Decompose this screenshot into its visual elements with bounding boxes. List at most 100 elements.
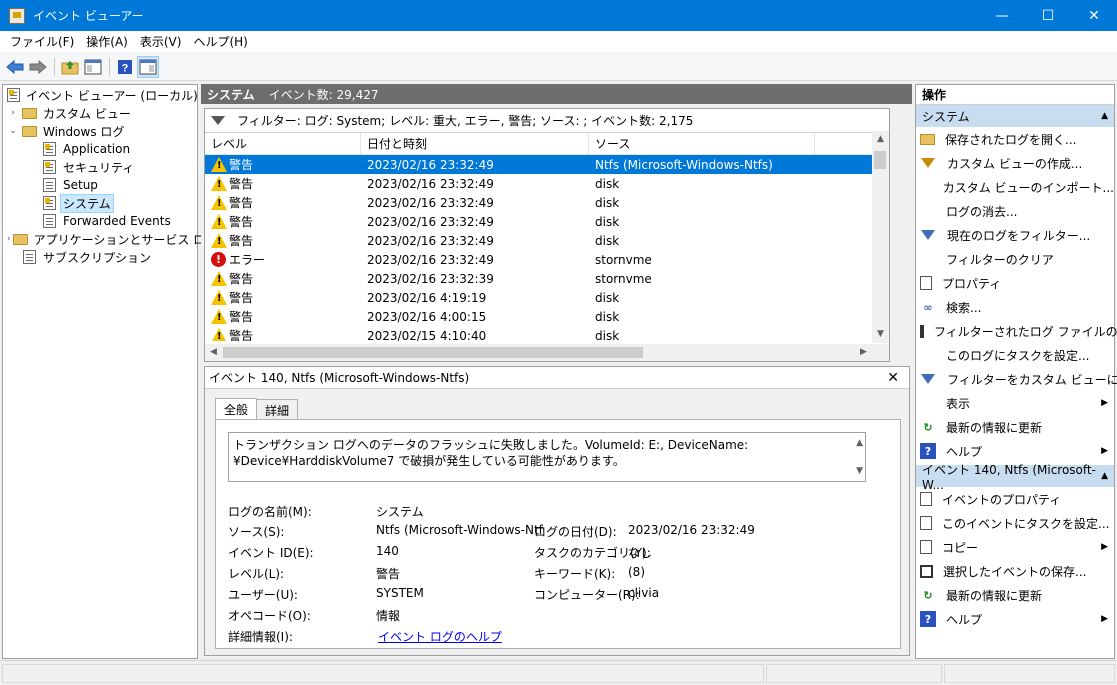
action-label: ヘルプ	[946, 444, 983, 459]
status-segment	[2, 664, 764, 683]
horizontal-scrollbar[interactable]: ◀ ▶	[205, 344, 889, 361]
column-header-datetime[interactable]: 日付と時刻	[361, 133, 589, 154]
tree-item-event-viewer-local[interactable]: イベント ビューアー (ローカル)	[3, 86, 198, 104]
tree-item-forwarded-events[interactable]: Forwarded Events	[3, 212, 197, 230]
action-item[interactable]: ∞ 検索...	[916, 295, 1114, 319]
back-button[interactable]	[4, 56, 26, 78]
forward-button[interactable]	[27, 56, 49, 78]
table-row[interactable]: ! エラー 2023/02/16 23:32:49 stornvme	[205, 250, 889, 269]
cell-level: 警告	[205, 213, 361, 230]
tree-item-windows-logs[interactable]: ⌄ Windows ログ	[3, 122, 197, 140]
scroll-thumb[interactable]	[874, 151, 886, 169]
action-item[interactable]: 保存されたログを開く...	[916, 127, 1114, 151]
tree-item-security[interactable]: セキュリティ	[3, 158, 197, 176]
event-detail-title: イベント 140, Ntfs (Microsoft-Windows-Ntfs)	[209, 371, 470, 385]
tree-item-system[interactable]: システム	[3, 193, 197, 213]
save-icon	[920, 324, 924, 338]
action-label: カスタム ビューの作成...	[947, 156, 1083, 171]
table-row[interactable]: 警告 2023/02/16 23:32:49 disk	[205, 174, 889, 193]
field-value-user: SYSTEM	[376, 586, 424, 600]
column-header-source[interactable]: ソース	[589, 133, 815, 154]
scroll-thumb[interactable]	[223, 347, 643, 358]
tree-item-application[interactable]: Application	[3, 140, 197, 158]
maximize-button[interactable]: ☐	[1025, 0, 1071, 31]
menu-file[interactable]: ファイル(F)	[4, 33, 80, 50]
expand-icon[interactable]: ›	[7, 234, 11, 244]
action-item[interactable]: このログにタスクを設定...	[916, 343, 1114, 367]
table-row[interactable]: 警告 2023/02/16 23:32:49 disk	[205, 212, 889, 231]
field-value-log-name: システム	[376, 505, 424, 519]
actions-section-event[interactable]: イベント 140, Ntfs (Microsoft-W... ▲	[916, 463, 1114, 492]
level-text: 警告	[229, 196, 254, 210]
event-log-help-link[interactable]: イベント ログのヘルプ	[378, 628, 502, 645]
event-rows: 警告 2023/02/16 23:32:49 Ntfs (Microsoft-Win…	[205, 155, 889, 341]
tree-item-subscriptions[interactable]: サブスクリプション	[3, 248, 197, 266]
action-label: 現在のログをフィルター...	[947, 228, 1091, 243]
table-row[interactable]: 警告 2023/02/16 4:19:19 disk	[205, 288, 889, 307]
tree-item-app-services-logs[interactable]: › アプリケーションとサービス ログ	[3, 230, 217, 248]
action-item[interactable]: カスタム ビューのインポート...	[916, 175, 1114, 199]
warning-icon	[211, 290, 227, 305]
table-row[interactable]: 警告 2023/02/16 23:32:49 disk	[205, 193, 889, 212]
table-row[interactable]: 警告 2023/02/16 23:32:39 stornvme	[205, 269, 889, 288]
action-item[interactable]: ↻ 最新の情報に更新	[916, 415, 1114, 439]
action-item[interactable]: カスタム ビューの作成...	[916, 151, 1114, 175]
action-item[interactable]: ログの消去...	[916, 199, 1114, 223]
scroll-right-icon[interactable]: ▶	[855, 344, 872, 361]
action-item[interactable]: 表示 ▶	[916, 391, 1114, 415]
collapse-icon[interactable]: ⌄	[7, 126, 19, 136]
show-hide-tree-button[interactable]	[82, 56, 104, 78]
collapse-icon[interactable]: ▲	[1101, 111, 1108, 121]
action-item[interactable]: フィルターのクリア	[916, 247, 1114, 271]
level-text: 警告	[229, 329, 254, 341]
action-item[interactable]: このイベントにタスクを設定...	[916, 511, 1114, 535]
actions-section-system[interactable]: システム ▲	[916, 105, 1114, 127]
collapse-icon[interactable]: ▲	[1101, 471, 1108, 481]
action-item[interactable]: 現在のログをフィルター...	[916, 223, 1114, 247]
menu-action[interactable]: 操作(A)	[80, 33, 134, 50]
action-item[interactable]: プロパティ	[916, 271, 1114, 295]
scroll-down-icon[interactable]: ▼	[872, 326, 889, 343]
cell-datetime: 2023/02/16 23:32:49	[367, 176, 494, 191]
field-value-keywords: (8)	[628, 565, 645, 579]
action-item[interactable]: ? ヘルプ ▶	[916, 607, 1114, 631]
minimize-button[interactable]: —	[979, 0, 1025, 31]
column-header-level[interactable]: レベル	[205, 133, 361, 154]
action-item[interactable]: フィルターされたログ ファイルの...	[916, 319, 1117, 343]
table-row[interactable]: 警告 2023/02/16 23:32:49 Ntfs (Microsoft-Win…	[205, 155, 889, 174]
tree-item-custom-views[interactable]: › カスタム ビュー	[3, 104, 197, 122]
action-item[interactable]: コピー ▶	[916, 535, 1114, 559]
cell-source: Ntfs (Microsoft-Windows-Ntfs)	[595, 157, 773, 172]
up-folder-button[interactable]	[59, 56, 81, 78]
cell-datetime: 2023/02/16 4:00:15	[367, 309, 487, 324]
tree-item-setup[interactable]: Setup	[3, 176, 197, 194]
event-properties-icon	[920, 492, 932, 506]
show-hide-action-pane-button[interactable]	[137, 55, 159, 78]
table-row[interactable]: 警告 2023/02/15 4:10:40 disk	[205, 326, 889, 341]
open-folder-icon	[920, 133, 935, 145]
scroll-down-icon[interactable]: ▼	[856, 463, 863, 479]
scroll-left-icon[interactable]: ◀	[205, 344, 222, 361]
action-item[interactable]: ? ヘルプ ▶	[916, 439, 1114, 463]
close-icon[interactable]: ✕	[887, 370, 899, 386]
results-pane: システム イベント数: 29,427 フィルター: ログ: System; レベ…	[201, 84, 912, 659]
event-message[interactable]: トランザクション ログへのデータのフラッシュに失敗しました。VolumeId: …	[228, 432, 866, 482]
cell-level: 警告	[205, 175, 361, 192]
expand-icon[interactable]: ›	[7, 108, 19, 118]
table-row[interactable]: 警告 2023/02/16 4:00:15 disk	[205, 307, 889, 326]
help-toolbar-button[interactable]: ?	[114, 56, 136, 78]
scroll-up-icon[interactable]: ▲	[856, 435, 863, 451]
action-item[interactable]: 選択したイベントの保存...	[916, 559, 1114, 583]
cell-source: disk	[595, 309, 620, 324]
scroll-up-icon[interactable]: ▲	[872, 131, 889, 148]
field-value-opcode: 情報	[376, 609, 401, 623]
cell-level: 警告	[205, 289, 361, 306]
menu-view[interactable]: 表示(V)	[134, 33, 188, 50]
action-item[interactable]: フィルターをカスタム ビューに保...	[916, 367, 1117, 391]
menu-help[interactable]: ヘルプ(H)	[187, 33, 253, 50]
action-item[interactable]: ↻ 最新の情報に更新	[916, 583, 1114, 607]
vertical-scrollbar[interactable]: ▲ ▼	[872, 131, 889, 343]
close-button[interactable]: ✕	[1071, 0, 1117, 31]
event-detail-header: イベント 140, Ntfs (Microsoft-Windows-Ntfs) …	[205, 367, 909, 389]
table-row[interactable]: 警告 2023/02/16 23:32:49 disk	[205, 231, 889, 250]
